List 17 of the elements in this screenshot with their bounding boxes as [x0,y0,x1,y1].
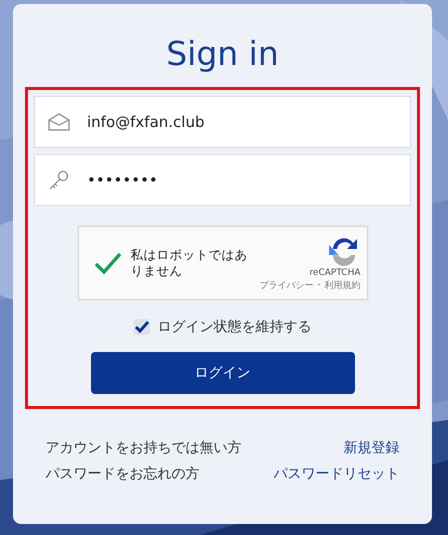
remember-label: ログイン状態を維持する [158,318,312,336]
recaptcha-label: 私はロボットではありません [130,246,248,280]
password-field[interactable]: •••••••• [34,154,411,206]
key-icon [48,169,70,191]
account-link[interactable]: パスワードリセット [274,465,400,483]
privacy-link[interactable]: プライバシー [259,278,314,292]
account-link[interactable]: 新規登録 [274,439,400,457]
envelope-icon [48,113,70,131]
separator: - [317,280,320,290]
email-field[interactable]: info@fxfan.club [34,96,411,148]
remember-checkbox[interactable] [134,319,150,335]
page-title: Sign in [166,34,279,73]
link-prompt: アカウントをお持ちでは無い方 [46,439,242,457]
terms-link[interactable]: 利用規約 [324,278,360,292]
link-prompt: パスワードをお忘れの方 [46,465,200,483]
recaptcha-brand: reCAPTCHA [309,268,360,278]
login-button[interactable]: ログイン [90,352,354,394]
